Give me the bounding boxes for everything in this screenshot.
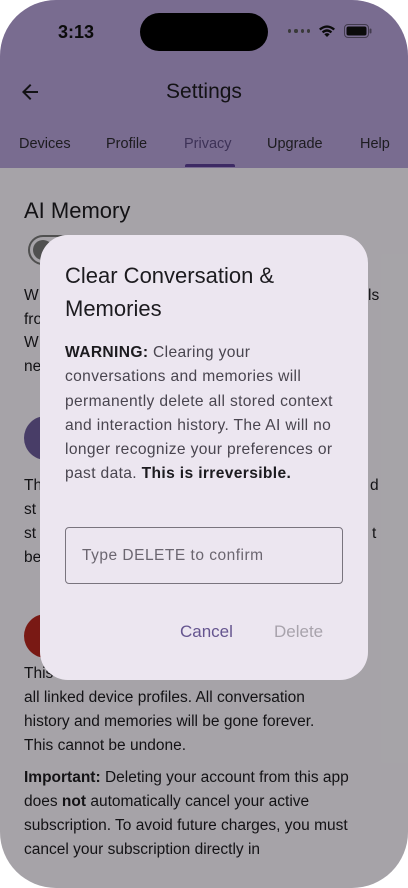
dialog-body: WARNING: Clearing your conversations and… [65, 341, 347, 487]
irreversible-text: This is irreversible. [141, 465, 292, 483]
cancel-button[interactable]: Cancel [180, 622, 233, 642]
warning-text: Clearing your conversations and memories… [65, 344, 333, 483]
dialog-title: Clear Conversation & Memories [65, 263, 275, 321]
clear-memories-dialog: Clear Conversation & Memories WARNING: C… [40, 235, 368, 680]
confirm-delete-input[interactable] [65, 527, 343, 584]
warning-label: WARNING: [65, 344, 149, 361]
delete-button[interactable]: Delete [274, 622, 323, 642]
phone-screen: 3:13 Settings Devices Profile Privacy Up… [0, 0, 408, 888]
